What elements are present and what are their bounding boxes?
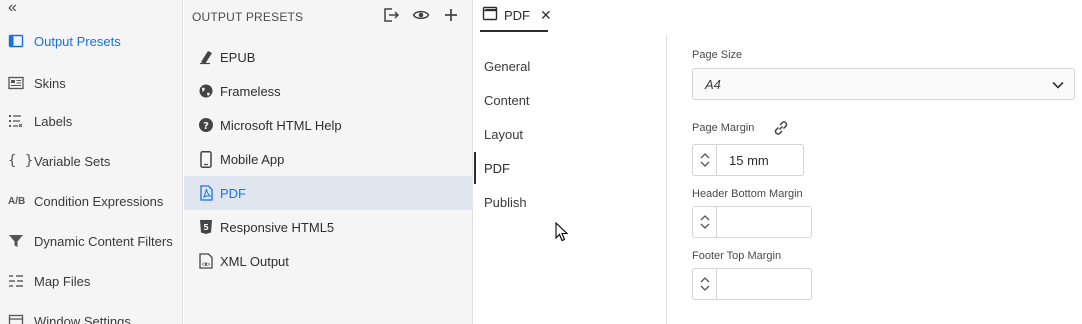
- page-size-label: Page Size: [692, 49, 743, 61]
- page-size-dropdown[interactable]: A4: [692, 68, 1075, 100]
- footer-top-margin-input[interactable]: [717, 269, 811, 299]
- output-presets-panel: OUTPUT PRESETS EPUB Frameless ? Microsof…: [184, 0, 473, 324]
- preset-label: Microsoft HTML Help: [220, 117, 342, 133]
- svg-text:‹x›: ‹x›: [202, 261, 211, 268]
- panel-actions: [382, 6, 460, 24]
- chevron-down-icon[interactable]: [700, 223, 710, 229]
- sidebar-item-dynamic-content-filters[interactable]: Dynamic Content Filters: [0, 228, 183, 254]
- map-files-icon: [0, 273, 34, 289]
- sidebar-item-map-files[interactable]: Map Files: [0, 268, 183, 294]
- section-nav: General Content Layout PDF Publish: [474, 34, 667, 324]
- presets-icon: [482, 6, 498, 24]
- preview-eye-icon[interactable]: [412, 6, 430, 24]
- chevron-down-icon: [1052, 77, 1064, 92]
- sidebar-item-label: Variable Sets: [34, 153, 111, 169]
- stepper-arrows[interactable]: [693, 269, 717, 299]
- preset-item-frameless[interactable]: Frameless: [184, 74, 473, 108]
- sidebar-item-window-settings[interactable]: Window Settings: [0, 308, 183, 324]
- preset-item-epub[interactable]: EPUB: [184, 40, 473, 74]
- sidebar-item-condition-expressions[interactable]: A/B Condition Expressions: [0, 188, 183, 214]
- pdf-icon: [184, 185, 220, 201]
- section-general[interactable]: General: [474, 50, 667, 82]
- section-pdf[interactable]: PDF: [474, 152, 667, 184]
- panel-heading: OUTPUT PRESETS: [192, 10, 304, 24]
- sidebar-item-labels[interactable]: Labels: [0, 108, 183, 134]
- stepper-arrows[interactable]: [693, 207, 717, 237]
- section-publish[interactable]: Publish: [474, 186, 667, 218]
- export-icon[interactable]: [382, 6, 400, 24]
- header-bottom-margin-stepper[interactable]: [692, 206, 812, 238]
- chevron-up-icon[interactable]: [700, 215, 710, 221]
- editor-tab-bar: PDF ✕: [474, 0, 1082, 34]
- link-margins-icon[interactable]: [772, 119, 790, 140]
- xml-icon: ‹x›: [184, 253, 220, 269]
- preset-label: Frameless: [220, 83, 281, 99]
- preset-item-responsive-html5[interactable]: 5 Responsive HTML5: [184, 210, 473, 244]
- sidebar-item-label: Labels: [34, 113, 73, 129]
- page-margin-stepper[interactable]: 15 mm: [692, 144, 804, 176]
- mobile-icon: [184, 150, 220, 168]
- skins-icon: [0, 76, 34, 90]
- globe-icon: [184, 83, 220, 99]
- chevron-down-icon[interactable]: [700, 161, 710, 167]
- window-icon: [0, 313, 34, 324]
- epub-icon: [184, 49, 220, 65]
- html5-icon: 5: [184, 219, 220, 235]
- filter-icon: [0, 233, 34, 249]
- presets-icon: [0, 33, 34, 49]
- preset-label: EPUB: [220, 49, 256, 65]
- preset-label: Responsive HTML5: [220, 219, 335, 235]
- ab-icon: A/B: [8, 195, 26, 207]
- header-bottom-margin-label: Header Bottom Margin: [692, 188, 803, 200]
- section-layout[interactable]: Layout: [474, 118, 667, 150]
- sidebar-item-label: Output Presets: [34, 33, 121, 49]
- footer-top-margin-stepper[interactable]: [692, 268, 812, 300]
- sidebar-item-label: Map Files: [34, 273, 91, 289]
- header-bottom-margin-input[interactable]: [717, 207, 811, 237]
- preset-item-xml-output[interactable]: ‹x› XML Output: [184, 244, 473, 278]
- chevron-up-icon[interactable]: [700, 153, 710, 159]
- page-margin-input[interactable]: 15 mm: [717, 145, 803, 175]
- preset-item-microsoft-html-help[interactable]: ? Microsoft HTML Help: [184, 108, 473, 142]
- sidebar-item-label: Dynamic Content Filters: [34, 233, 173, 249]
- sidebar-item-output-presets[interactable]: Output Presets: [0, 28, 183, 54]
- pdf-settings-form: Page Size A4 Page Margin 15 mm Header Bo…: [692, 34, 1082, 324]
- page-size-value: A4: [705, 76, 721, 92]
- stepper-arrows[interactable]: [693, 145, 717, 175]
- sidebar-item-skins[interactable]: Skins: [0, 70, 183, 96]
- section-content[interactable]: Content: [474, 84, 667, 116]
- tab-pdf[interactable]: PDF ✕: [480, 0, 552, 32]
- collapse-sidebar-icon[interactable]: «: [8, 0, 17, 16]
- sidebar-item-variable-sets[interactable]: { } Variable Sets: [0, 148, 183, 174]
- svg-text:?: ?: [203, 121, 209, 132]
- page-margin-label: Page Margin: [692, 122, 755, 134]
- chevron-up-icon[interactable]: [700, 277, 710, 283]
- preset-label: Mobile App: [220, 151, 285, 167]
- labels-icon: [0, 113, 34, 129]
- preset-label: XML Output: [220, 253, 289, 269]
- svg-text:5: 5: [203, 223, 209, 232]
- tab-label: PDF: [504, 7, 530, 23]
- sidebar-item-label: Skins: [34, 75, 66, 91]
- left-sidebar: « Output Presets Skins Labels { } Variab…: [0, 0, 183, 324]
- chevron-down-icon[interactable]: [700, 285, 710, 291]
- preset-item-mobile-app[interactable]: Mobile App: [184, 142, 473, 176]
- add-icon[interactable]: [442, 6, 460, 24]
- braces-icon: { }: [8, 153, 34, 169]
- help-icon: ?: [184, 117, 220, 133]
- close-tab-icon[interactable]: ✕: [540, 7, 552, 24]
- footer-top-margin-label: Footer Top Margin: [692, 250, 782, 262]
- preset-label: PDF: [220, 185, 246, 201]
- mouse-pointer-icon: [555, 221, 569, 245]
- preset-item-pdf[interactable]: PDF: [184, 176, 473, 210]
- sidebar-item-label: Condition Expressions: [34, 193, 164, 209]
- sidebar-item-label: Window Settings: [34, 313, 131, 324]
